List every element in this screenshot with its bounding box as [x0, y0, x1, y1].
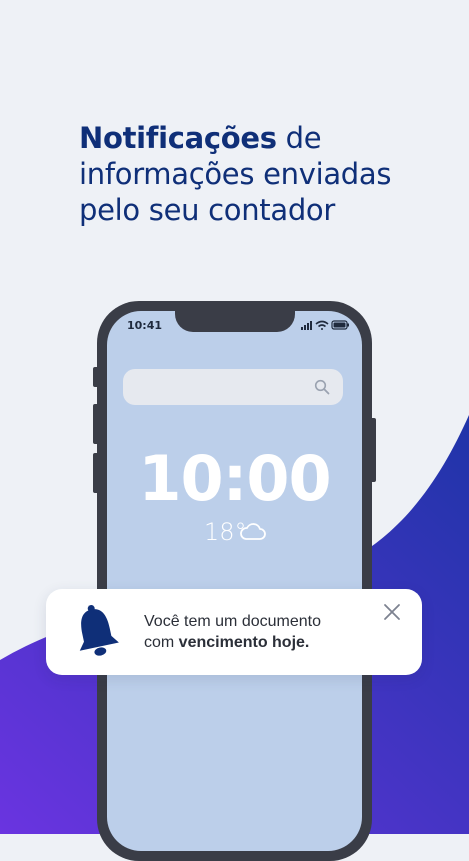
- wifi-icon: [315, 320, 329, 330]
- cloud-icon: [240, 523, 266, 540]
- headline: Notificações de informações enviadas pel…: [79, 120, 439, 228]
- notification-text: Você tem um documento com vencimento hoj…: [144, 611, 374, 653]
- bell-icon: [79, 605, 119, 656]
- lockscreen-clock: 10:00: [138, 442, 331, 515]
- notification-prefix: com: [144, 634, 179, 651]
- notification-line1: Você tem um documento: [144, 613, 321, 630]
- status-icons: [301, 320, 349, 330]
- notification-bold: vencimento hoje.: [178, 634, 310, 651]
- headline-bold: Notificações: [79, 121, 277, 155]
- close-icon[interactable]: [383, 603, 401, 621]
- notification-card[interactable]: Você tem um documento com vencimento hoj…: [46, 589, 422, 675]
- search-icon: [314, 379, 330, 395]
- headline-line2: informações enviadas: [79, 157, 392, 191]
- search-bar[interactable]: [123, 369, 343, 405]
- signal-icon: [301, 321, 312, 330]
- battery-icon: [331, 320, 349, 330]
- headline-line3: pelo seu contador: [79, 193, 335, 227]
- headline-rest: de: [276, 121, 322, 155]
- phone-notch: [175, 308, 295, 332]
- status-time: 10:41: [127, 319, 163, 332]
